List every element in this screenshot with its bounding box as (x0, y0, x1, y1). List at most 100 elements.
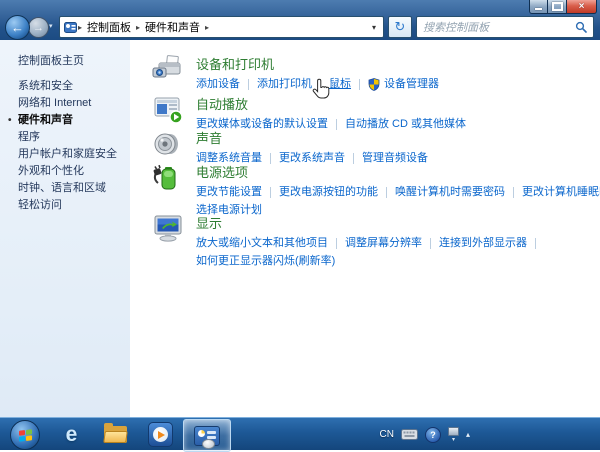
link-change-power-button-behavior[interactable]: 更改电源按钮的功能 (279, 184, 378, 200)
section-display: 显示 放大或缩小文本和其他项目 调整屏幕分辨率 连接到外部显示器 如何更正显示器… (152, 216, 544, 269)
close-icon: × (579, 2, 585, 12)
link-divider (513, 187, 514, 198)
forward-arrow-icon: → (33, 22, 44, 34)
forward-button[interactable]: → (28, 17, 49, 38)
section-title-power-options[interactable]: 电源选项 (196, 165, 600, 180)
search-icon (575, 21, 587, 33)
recent-pages-dropdown[interactable]: ▾ (49, 22, 53, 30)
link-require-password-on-wakeup[interactable]: 唤醒计算机时需要密码 (395, 184, 505, 200)
language-indicator[interactable]: CN (380, 429, 394, 440)
help-tray-icon[interactable]: ? (425, 427, 441, 443)
sidebar-item-programs[interactable]: 程序 (18, 129, 130, 146)
section-sound: 声音 调整系统音量 更改系统声音 管理音频设备 (152, 131, 428, 166)
autoplay-icon (152, 95, 184, 125)
taskbar: e CN ? ▾ ▴ (0, 417, 600, 450)
search-box[interactable]: 搜索控制面板 (416, 16, 594, 38)
minimize-icon (535, 8, 542, 10)
show-hidden-icons-button[interactable]: ▴ (466, 430, 470, 439)
link-divider (353, 153, 354, 164)
taskbar-control-panel-button[interactable] (183, 419, 231, 452)
link-divider (270, 153, 271, 164)
address-bar[interactable]: ▸ 控制面板 ▸ 硬件和声音 ▸ ▾ (59, 16, 384, 38)
close-button[interactable]: × (567, 0, 597, 14)
sidebar-item-appearance[interactable]: 外观和个性化 (18, 163, 130, 180)
link-change-sleep-time[interactable]: 更改计算机睡眠时间 (522, 184, 600, 200)
tray-chip-icon (448, 427, 459, 436)
power-options-icon (152, 163, 184, 193)
section-power-options: 电源选项 更改节能设置 更改电源按钮的功能 唤醒计算机时需要密码 更改计算机睡眠… (152, 165, 600, 218)
link-adjust-screen-resolution[interactable]: 调整屏幕分辨率 (345, 235, 422, 251)
links-row: 添加设备 添加打印机 鼠标 (196, 76, 439, 92)
breadcrumb-control-panel[interactable]: 控制面板 (83, 17, 135, 37)
windows-logo-icon (19, 429, 32, 441)
devices-and-printers-icon (152, 55, 184, 85)
start-button[interactable] (10, 420, 40, 450)
link-divider (320, 79, 321, 90)
link-change-system-sounds[interactable]: 更改系统声音 (279, 150, 345, 166)
internet-explorer-icon[interactable]: e (58, 421, 85, 448)
refresh-button[interactable]: ↻ (388, 16, 412, 38)
minimize-button[interactable] (529, 0, 548, 14)
system-tray: CN ? ▾ ▴ (380, 418, 470, 451)
link-divider (359, 79, 360, 90)
link-divider (336, 238, 337, 249)
link-device-manager[interactable]: 设备管理器 (384, 76, 439, 92)
windows-explorer-icon[interactable] (102, 421, 129, 448)
sidebar-item-clock-language-region[interactable]: 时钟、语言和区域 (18, 180, 130, 197)
caption-buttons: × (529, 0, 597, 14)
uac-shield-icon (368, 78, 380, 91)
action-center-tray-icon[interactable]: ▾ (448, 427, 459, 443)
link-change-power-saving-settings[interactable]: 更改节能设置 (196, 184, 262, 200)
link-add-device[interactable]: 添加设备 (196, 76, 240, 92)
breadcrumb-hardware-and-sound[interactable]: 硬件和声音 (141, 17, 204, 37)
section-title-sound[interactable]: 声音 (196, 131, 428, 146)
section-autoplay: 自动播放 更改媒体或设备的默认设置 自动播放 CD 或其他媒体 (152, 97, 466, 132)
link-mouse[interactable]: 鼠标 (329, 76, 351, 92)
link-connect-external-display[interactable]: 连接到外部显示器 (439, 235, 527, 251)
links-row: 调整系统音量 更改系统声音 管理音频设备 (196, 150, 428, 166)
media-player-icon[interactable] (147, 421, 174, 448)
back-arrow-icon: ← (11, 20, 24, 35)
link-add-printer[interactable]: 添加打印机 (257, 76, 312, 92)
link-divider (336, 119, 337, 130)
control-panel-icon (194, 426, 220, 446)
sidebar-item-user-accounts[interactable]: 用户帐户和家庭安全 (18, 146, 130, 163)
sidebar-item-hardware-and-sound[interactable]: • 硬件和声音 (18, 112, 130, 129)
maximize-icon (552, 2, 563, 11)
link-divider (535, 238, 536, 249)
breadcrumb-arrow-icon[interactable]: ▸ (204, 23, 210, 32)
section-title-display[interactable]: 显示 (196, 216, 544, 231)
back-button[interactable]: ← (5, 15, 30, 40)
link-manage-audio-devices[interactable]: 管理音频设备 (362, 150, 428, 166)
section-title-autoplay[interactable]: 自动播放 (196, 97, 466, 112)
display-icon (152, 214, 184, 244)
link-adjust-system-volume[interactable]: 调整系统音量 (196, 150, 262, 166)
link-divider (248, 79, 249, 90)
link-divider (430, 238, 431, 249)
search-placeholder: 搜索控制面板 (423, 19, 489, 35)
sidebar-item-control-panel-home[interactable]: 控制面板主页 (18, 53, 130, 70)
main-panel: 设备和打印机 添加设备 添加打印机 鼠标 (130, 40, 600, 417)
link-divider (386, 187, 387, 198)
links-row: 更改媒体或设备的默认设置 自动播放 CD 或其他媒体 (196, 116, 466, 132)
links-row: 如何更正显示器闪烁(刷新率) (196, 253, 544, 269)
sidebar-item-system-and-security[interactable]: 系统和安全 (18, 78, 130, 95)
sidebar-item-network-and-internet[interactable]: 网络和 Internet (18, 95, 130, 112)
sound-icon (152, 129, 184, 159)
link-fix-monitor-flicker[interactable]: 如何更正显示器闪烁(刷新率) (196, 253, 335, 269)
address-dropdown-icon[interactable]: ▾ (369, 23, 379, 32)
keyboard-layout-icon[interactable] (401, 429, 418, 440)
sidebar-item-label: 硬件和声音 (18, 114, 73, 126)
links-row: 放大或缩小文本和其他项目 调整屏幕分辨率 连接到外部显示器 (196, 235, 544, 251)
link-play-cds-automatically[interactable]: 自动播放 CD 或其他媒体 (345, 116, 466, 132)
sidebar-item-ease-of-access[interactable]: 轻松访问 (18, 197, 130, 214)
section-title-devices-and-printers[interactable]: 设备和打印机 (196, 57, 439, 72)
control-panel-icon (64, 21, 77, 34)
maximize-button[interactable] (548, 0, 567, 14)
links-row: 更改节能设置 更改电源按钮的功能 唤醒计算机时需要密码 更改计算机睡眠时间 (196, 184, 600, 200)
selected-bullet-icon: • (8, 112, 12, 129)
play-icon (148, 422, 173, 447)
link-change-default-media-settings[interactable]: 更改媒体或设备的默认设置 (196, 116, 328, 132)
link-divider (270, 187, 271, 198)
link-make-text-larger-smaller[interactable]: 放大或缩小文本和其他项目 (196, 235, 328, 251)
